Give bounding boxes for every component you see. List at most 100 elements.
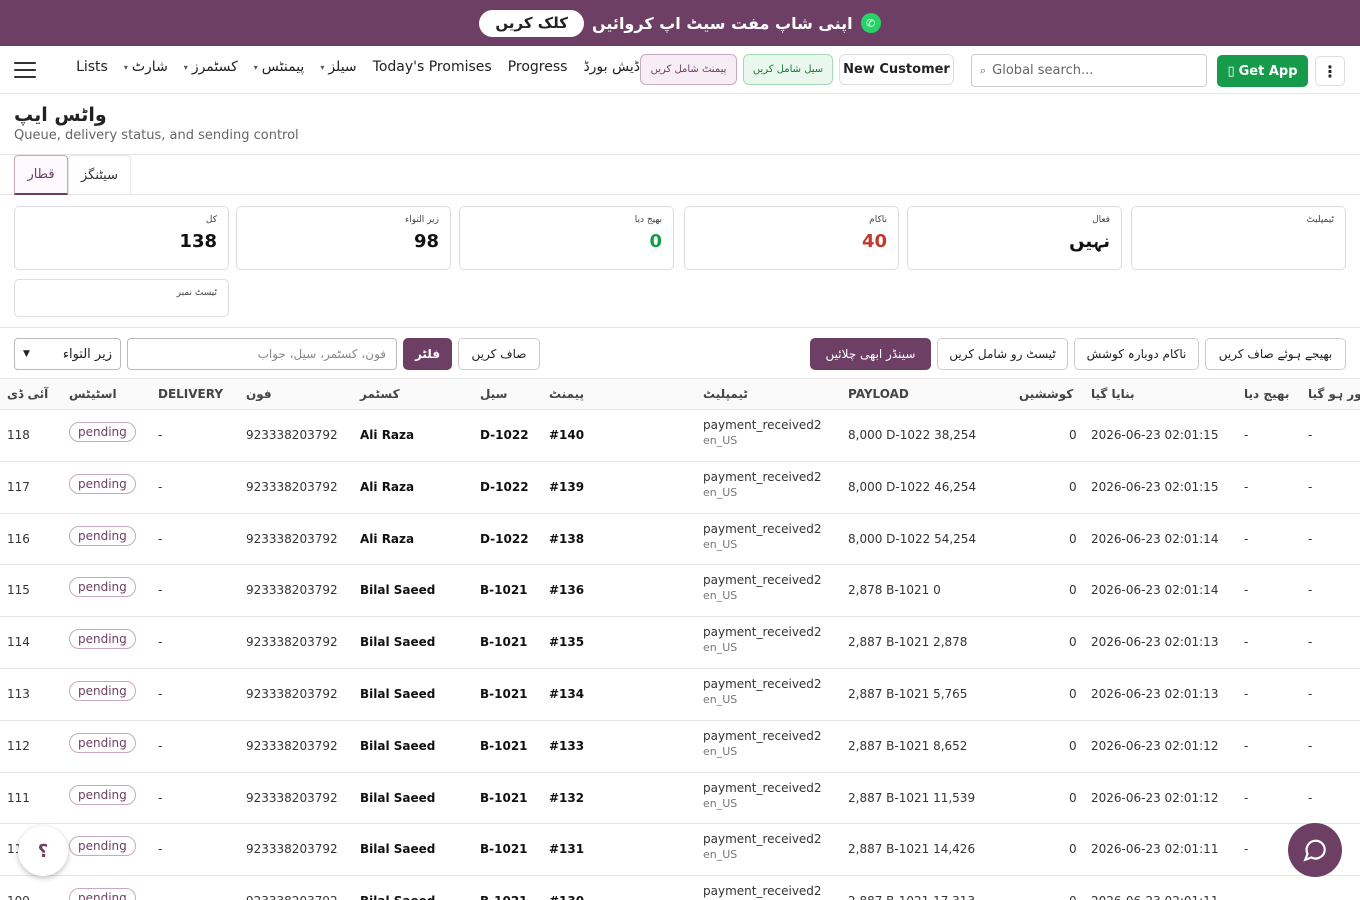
template-name: payment_received2 <box>703 469 822 484</box>
clear-button[interactable]: صاف کریں <box>458 338 540 370</box>
cell-id: 113 <box>7 687 30 701</box>
cell-payload: 2,887 B-1021 14,426 <box>848 842 976 857</box>
hamburger-menu-icon[interactable] <box>14 58 36 82</box>
cell-attempts: 0 <box>1069 428 1077 442</box>
column-header[interactable]: بھیج دیا <box>1244 387 1289 401</box>
nav-item-label: سیلز <box>328 59 357 75</box>
search-icon: ⌕ <box>980 63 987 77</box>
column-header[interactable]: سیل <box>480 387 507 401</box>
table-row[interactable]: 111 pending - 923338203792 Bilal Saeed B-1021… <box>0 773 1360 825</box>
nav-item[interactable]: شارٹ ▾ <box>124 59 168 75</box>
add-sale-button[interactable]: سیل شامل کریں <box>743 54 833 85</box>
more-options-icon[interactable]: ⋮ <box>1315 56 1345 86</box>
top-nav: ڈیش بورڈ Progress Today's Promises سیلز ▾ پیم… <box>0 46 1360 94</box>
cell-attempts: 0 <box>1069 894 1077 900</box>
table-row[interactable]: 118 pending - 923338203792 Ali Raza D-1022 #14… <box>0 410 1360 462</box>
column-header[interactable]: آئی ڈی <box>7 387 48 401</box>
cell-status: pending <box>69 784 136 805</box>
cell-customer: Bilal Saeed <box>360 635 436 650</box>
table-row[interactable]: 113 pending - 923338203792 Bilal Saeed B-1021… <box>0 669 1360 721</box>
page-subtitle: Queue, delivery status, and sending cont… <box>14 128 299 143</box>
add-payment-button[interactable]: پیمنٹ شامل کریں <box>640 54 737 85</box>
table-row[interactable]: 114 pending - 923338203792 Bilal Saeed B-1021… <box>0 617 1360 669</box>
cell-template: payment_received2en_US <box>703 522 822 551</box>
table-row[interactable]: 116 pending - 923338203792 Ali Raza D-1022 #13… <box>0 514 1360 566</box>
nav-item[interactable]: کسٹمرز ▾ <box>184 59 238 75</box>
status-filter-select[interactable]: ▼ زیر التواء <box>14 338 121 370</box>
global-search-input[interactable] <box>992 63 1183 78</box>
chat-bubble-icon <box>1303 839 1326 862</box>
table-row[interactable]: 110pending-923338203792Bilal SaeedB-1021… <box>0 824 1360 877</box>
template-language: en_US <box>703 796 738 810</box>
retry-failed-button[interactable]: ناکام دوبارہ کوشش <box>1074 338 1199 370</box>
status-badge: pending <box>69 732 136 753</box>
status-badge: pending <box>69 836 136 857</box>
cell-payment: #134 <box>549 687 585 701</box>
column-header[interactable]: فون <box>246 387 272 401</box>
template-language: en_US <box>703 641 738 655</box>
cell-payment: #138 <box>549 531 585 546</box>
cell-customer: Ali Raza <box>360 531 415 546</box>
column-header[interactable]: پیمنٹ <box>549 387 584 401</box>
cell-sent: - <box>1244 479 1249 494</box>
cell-created: 2026-06-23 02:01:13 <box>1091 687 1219 701</box>
cell-payload: 8,000 D-1022 46,254 <box>848 479 977 494</box>
clear-sent-button[interactable]: بھیجے ہوئے صاف کریں <box>1205 338 1346 370</box>
cell-id: 117 <box>7 479 30 494</box>
column-header[interactable]: کوششیں <box>1019 387 1073 401</box>
get-app-button[interactable]: ▯ Get App <box>1217 55 1308 87</box>
column-header[interactable]: بنایا گیا <box>1091 387 1134 401</box>
nav-item[interactable]: Lists <box>76 59 108 75</box>
get-app-label: Get App <box>1238 63 1298 79</box>
page-header: واٹس ایپ Queue, delivery status, and sen… <box>14 104 299 143</box>
cell-id: 118 <box>7 428 30 442</box>
cell-phone: 923338203792 <box>246 687 338 701</box>
table-row[interactable]: 112 pending - 923338203792 Bilal Saeed B-1021… <box>0 721 1360 773</box>
new-customer-button[interactable]: New Customer <box>839 54 954 85</box>
nav-item[interactable]: Progress <box>508 59 568 75</box>
nav-item[interactable]: سیلز ▾ <box>320 59 356 75</box>
help-button[interactable]: ؟ <box>18 826 68 876</box>
stat-card-total: کل 138 <box>14 206 229 270</box>
run-sender-button[interactable]: سینڈر ابھی چلائیں <box>810 338 931 370</box>
cell-payment: #130 <box>549 894 584 900</box>
column-header[interactable]: اسٹیٹس <box>69 387 117 401</box>
cell-payload: 2,887 B-1021 8,652 <box>848 738 968 753</box>
column-header[interactable]: DELIVERY <box>158 387 223 401</box>
stat-label: زیر التواء <box>404 215 439 225</box>
tab-settings[interactable]: سیٹنگز <box>68 155 131 195</box>
nav-item[interactable]: Today's Promises <box>373 59 492 75</box>
queue-search-input[interactable] <box>127 338 397 370</box>
cell-sale: D-1022 <box>480 531 529 546</box>
stat-value: 40 <box>861 231 887 252</box>
cell-created: 2026-06-23 02:01:15 <box>1091 428 1219 442</box>
stat-value: 98 <box>413 231 439 252</box>
column-header[interactable]: کسٹمر <box>360 387 400 401</box>
chat-button[interactable] <box>1288 823 1342 877</box>
cell-sale: B-1021 <box>480 842 528 857</box>
tab-queue[interactable]: قطار <box>14 155 68 195</box>
column-header[interactable]: PAYLOAD <box>848 387 909 401</box>
add-test-row-button[interactable]: ٹیسٹ رو شامل کریں <box>937 338 1068 370</box>
cell-payload: 8,000 D-1022 38,254 <box>848 428 977 442</box>
cell-customer: Bilal Saeed <box>360 842 436 857</box>
cell-created: 2026-06-23 02:01:15 <box>1091 479 1219 494</box>
caret-down-icon: ▾ <box>320 62 325 72</box>
cell-payload: 2,887 B-1021 2,878 <box>848 635 968 650</box>
cell-sale: D-1022 <box>480 479 529 494</box>
nav-item[interactable]: ڈیش بورڈ <box>583 59 640 75</box>
promo-cta-button[interactable]: کلک کریں <box>479 9 584 37</box>
cell-id: 112 <box>7 738 30 753</box>
nav-item[interactable]: پیمنٹس ▾ <box>254 59 305 75</box>
table-row[interactable]: 115 pending - 923338203792 Bilal Saeed B-1021… <box>0 565 1360 618</box>
stat-value: 0 <box>649 231 662 252</box>
column-header[interactable]: ڈیلیور ہو گیا <box>1308 387 1360 401</box>
table-row[interactable]: 117 pending - 923338203792 Ali Raza D-1022 #13… <box>0 462 1360 514</box>
filter-button[interactable]: فلٹر <box>403 338 452 370</box>
cell-delivery: - <box>158 635 163 650</box>
table-row[interactable]: 109 pending - 923338203792 Bilal Saeed B-1021… <box>0 876 1360 900</box>
column-header[interactable]: ٹیمپلیٹ <box>703 387 748 401</box>
cell-template: payment_received2en_US <box>703 418 822 447</box>
cell-attempts: 0 <box>1069 790 1077 805</box>
cell-delivered: - <box>1308 790 1313 805</box>
